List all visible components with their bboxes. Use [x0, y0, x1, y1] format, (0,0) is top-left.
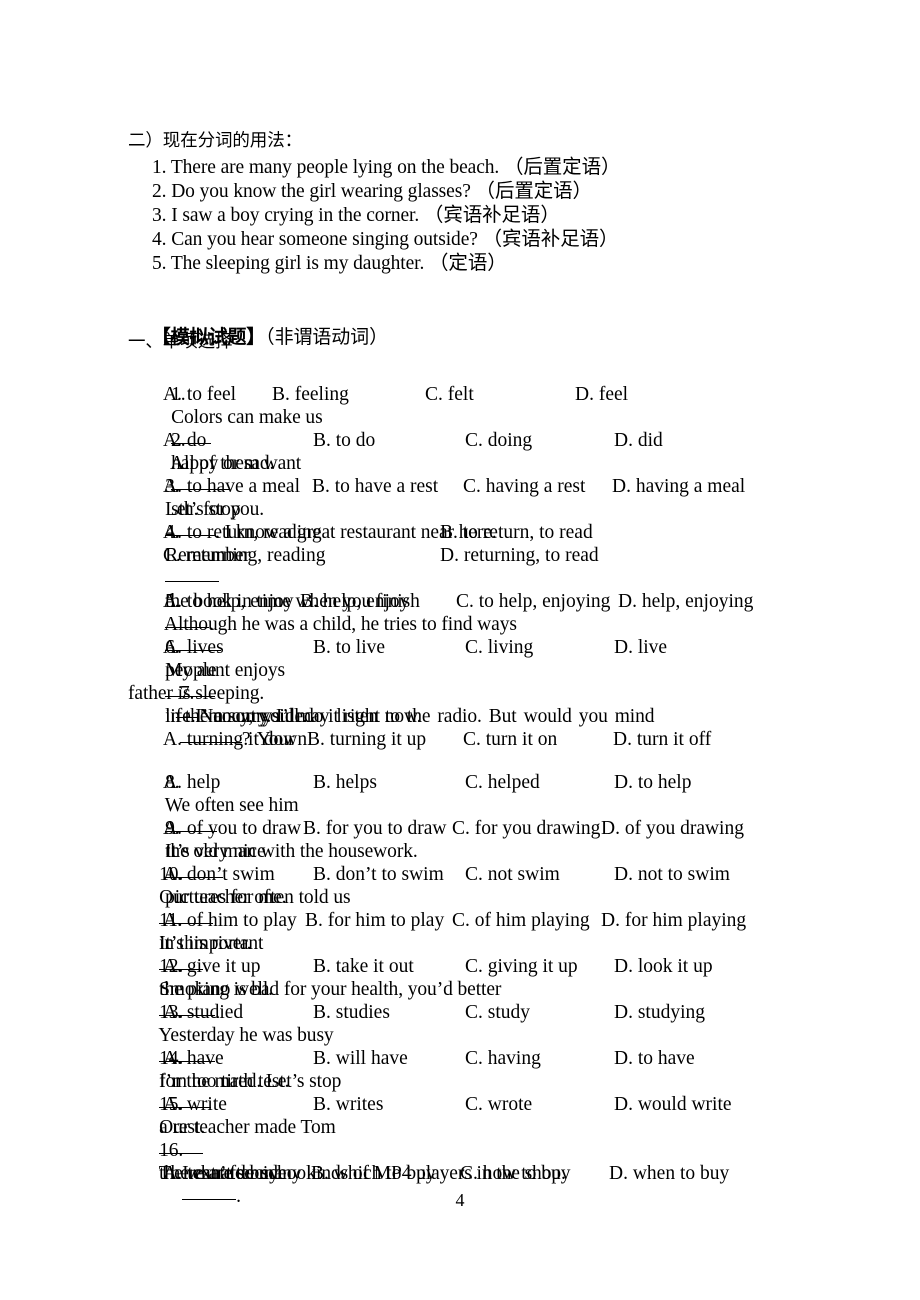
part-one-heading: 一、单项选择	[128, 332, 233, 352]
question-3-option-d[interactable]: D. having a meal	[612, 475, 745, 498]
question-16-option-d[interactable]: D. when to buy	[609, 1162, 729, 1185]
question-12-option-a[interactable]: A. give it up	[163, 955, 261, 978]
question-4-option-a[interactable]: A. to return, reading	[163, 521, 322, 544]
participle-example-2: 2. Do you know the girl wearing glasses?…	[152, 181, 592, 202]
question-15-option-d[interactable]: D. would write	[614, 1093, 732, 1116]
question-16-stem-line2: I can’t decide .	[163, 1139, 287, 1231]
question-13-option-d[interactable]: D. studying	[614, 1001, 705, 1024]
question-15-option-c[interactable]: C. wrote	[465, 1093, 532, 1116]
question-4-option-c[interactable]: C. returning, reading	[163, 544, 325, 567]
question-11-option-c[interactable]: C. of him playing	[452, 909, 590, 932]
question-13-option-a[interactable]: A. studied	[163, 1001, 243, 1024]
question-13-option-c[interactable]: C. study	[465, 1001, 530, 1024]
question-4-option-b[interactable]: B. to return, to read	[440, 521, 593, 544]
participle-example-5: 5. The sleeping girl is my daughter. （定语…	[152, 253, 507, 274]
question-9-option-d[interactable]: D. of you drawing	[601, 817, 744, 840]
question-7-option-d[interactable]: D. turn it off	[613, 728, 711, 751]
question-3-option-a[interactable]: A. to have a meal	[163, 475, 300, 498]
question-6-option-b[interactable]: B. to live	[313, 636, 385, 659]
question-8-option-b[interactable]: B. helps	[313, 771, 377, 794]
question-5-option-d[interactable]: D. help, enjoying	[618, 590, 753, 613]
question-15-option-b[interactable]: B. writes	[313, 1093, 383, 1116]
question-5-option-c[interactable]: C. to help, enjoying	[456, 590, 610, 613]
question-6-option-d[interactable]: D. live	[614, 636, 667, 659]
question-4-option-d[interactable]: D. returning, to read	[440, 544, 599, 567]
participle-example-1: 1. There are many people lying on the be…	[152, 157, 621, 178]
question-12-option-c[interactable]: C. giving it up	[465, 955, 578, 978]
question-5-option-b[interactable]: B. help, enjoy	[300, 590, 409, 613]
question-10-option-b[interactable]: B. don’t to swim	[313, 863, 444, 886]
question-3-option-b[interactable]: B. to have a rest	[312, 475, 438, 498]
question-15-option-a[interactable]: A. write	[163, 1093, 227, 1116]
question-9-option-a[interactable]: A. of you to draw	[163, 817, 301, 840]
question-16-option-b[interactable]: B. which to buy	[311, 1162, 436, 1185]
participle-example-3: 3. I saw a boy crying in the corner. （宾语…	[152, 205, 560, 226]
question-14-option-c[interactable]: C. having	[465, 1047, 541, 1070]
question-6-option-c[interactable]: C. living	[465, 636, 533, 659]
participle-example-4: 4. Can you hear someone singing outside?…	[152, 229, 619, 250]
question-2-option-d[interactable]: D. did	[614, 429, 663, 452]
exercise-title-subject: （非谓语动词）	[265, 326, 388, 348]
document-page: 二）现在分词的用法： 1. There are many people lyin…	[0, 0, 920, 1300]
question-7-stem-line2: father is sleeping.	[128, 683, 265, 704]
question-1-option-d[interactable]: D. feel	[575, 383, 628, 406]
question-7-option-c[interactable]: C. turn it on	[463, 728, 557, 751]
question-1-option-c[interactable]: C. felt	[425, 383, 474, 406]
question-2-option-a[interactable]: A. do	[163, 429, 206, 452]
question-1-option-b[interactable]: B. feeling	[272, 383, 349, 406]
question-8-option-d[interactable]: D. to help	[614, 771, 691, 794]
question-6-option-a[interactable]: A. lives	[163, 636, 224, 659]
question-14-option-b[interactable]: B. will have	[313, 1047, 408, 1070]
question-12-option-d[interactable]: D. look it up	[614, 955, 713, 978]
question-10-option-c[interactable]: C. not swim	[465, 863, 560, 886]
question-10-option-d[interactable]: D. not to swim	[614, 863, 730, 886]
question-8-option-c[interactable]: C. helped	[465, 771, 540, 794]
question-12-option-b[interactable]: B. take it out	[313, 955, 414, 978]
question-11-option-a[interactable]: A. of him to play	[163, 909, 297, 932]
question-16-option-c[interactable]: C. how to buy	[460, 1162, 571, 1185]
section-heading: 二）现在分词的用法：	[128, 131, 302, 151]
page-number: 4	[455, 1190, 465, 1210]
question-13-option-b[interactable]: B. studies	[313, 1001, 390, 1024]
question-7-stem-line3: —I’m sorry. I’ll do it right now.	[176, 706, 422, 727]
question-2-option-b[interactable]: B. to do	[313, 429, 375, 452]
question-10-option-a[interactable]: A. don’t swim	[163, 863, 275, 886]
question-2-option-c[interactable]: C. doing	[465, 429, 532, 452]
question-9-option-b[interactable]: B. for you to draw	[303, 817, 447, 840]
question-11-option-b[interactable]: B. for him to play	[305, 909, 444, 932]
question-3-option-c[interactable]: C. having a rest	[463, 475, 585, 498]
question-1-option-a[interactable]: A. to feel	[163, 383, 236, 406]
question-9-option-c[interactable]: C. for you drawing	[452, 817, 600, 840]
question-14-option-d[interactable]: D. to have	[614, 1047, 695, 1070]
question-11-option-d[interactable]: D. for him playing	[601, 909, 746, 932]
question-14-option-a[interactable]: A. have	[163, 1047, 224, 1070]
question-8-option-a[interactable]: A. help	[163, 771, 220, 794]
question-5-option-a[interactable]: A. to help, enjoy	[163, 590, 294, 613]
question-16-option-a[interactable]: A. what to buy	[163, 1162, 279, 1185]
